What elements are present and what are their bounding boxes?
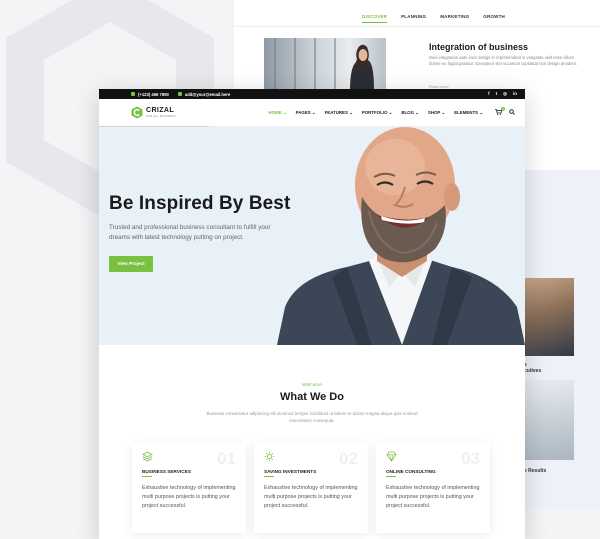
top-info-bar: (+123) 456 7890 add@your@email.here f t … <box>99 89 525 99</box>
card-title: ONLINE CONSULTING <box>386 469 436 474</box>
service-card-saving[interactable]: 02 SAVING INVESTMENTS Exhaustive technol… <box>254 443 368 533</box>
diamond-icon <box>386 451 397 462</box>
service-card-business[interactable]: 01 BUSINESS SERVICES Exhaustive technolo… <box>132 443 246 533</box>
main-navbar: CRIZAL FOR ALL BUSINESS HOME ⌄ PAGES ⌄ F… <box>99 99 525 127</box>
section-welcome: Welcome <box>302 383 322 388</box>
side-photo-team <box>524 278 574 356</box>
card-text: Exhaustive technology of implementing mu… <box>142 485 236 509</box>
hero-text: Trusted and professional business consul… <box>109 224 271 241</box>
back-title: Integration of business <box>429 42 529 52</box>
gear-icon <box>264 451 275 462</box>
logo-hexagon-icon <box>131 106 143 119</box>
instagram-icon[interactable]: ◎ <box>503 91 507 97</box>
logo-text: CRIZAL FOR ALL BUSINESS <box>146 107 176 118</box>
view-project-button[interactable]: View Project <box>109 256 153 272</box>
logo-tagline: FOR ALL BUSINESS <box>146 114 176 118</box>
card-accent-line <box>386 476 396 477</box>
what-we-do-section: Welcome What We Do Business consectetur … <box>99 345 525 539</box>
email-icon <box>177 92 182 96</box>
cart-count-badge: 0 <box>501 106 505 111</box>
card-number: 01 <box>217 449 236 468</box>
side-label-1b: cutives <box>524 368 542 374</box>
search-icon[interactable] <box>509 108 515 117</box>
back-text: Duis integration aute irure design in re… <box>429 55 578 67</box>
site-logo[interactable]: CRIZAL FOR ALL BUSINESS <box>131 106 176 119</box>
card-title: SAVING INVESTMENTS <box>264 469 317 474</box>
woman-figure <box>350 44 374 90</box>
hero-smiling-man-image <box>277 127 525 345</box>
phone-item[interactable]: (+123) 456 7890 <box>131 92 169 97</box>
menu-item-home[interactable]: HOME ⌄ <box>269 110 287 116</box>
menu-item-portfolio[interactable]: PORTFOLIO ⌄ <box>362 110 393 116</box>
menu-item-blog[interactable]: BLOG ⌄ <box>401 110 419 116</box>
phone-number: (+123) 456 7890 <box>138 91 169 97</box>
facebook-icon[interactable]: f <box>488 91 490 97</box>
menu-item-elements[interactable]: ELEMENTS ⌄ <box>454 110 483 116</box>
email-address: add@your@email.here <box>184 91 231 97</box>
menu-item-shop[interactable]: SHOP ⌄ <box>428 110 445 116</box>
email-item[interactable]: add@your@email.here <box>177 91 231 97</box>
card-number: 02 <box>339 449 358 468</box>
social-links: f t ◎ in <box>488 91 517 97</box>
website-preview-window: (+123) 456 7890 add@your@email.here f t … <box>99 89 525 539</box>
section-title: What We Do <box>280 391 344 403</box>
card-accent-line <box>142 476 152 477</box>
back-photo-woman-window <box>264 38 386 90</box>
back-divider <box>234 26 600 27</box>
nav-icons: 0 <box>495 106 515 117</box>
menu-item-pages[interactable]: PAGES ⌄ <box>296 110 316 116</box>
linkedin-icon[interactable]: in <box>513 91 517 97</box>
back-tab-growth[interactable]: GROWTH <box>483 14 505 23</box>
main-menu: HOME ⌄ PAGES ⌄ FEATURES ⌄ PORTFOLIO ⌄ BL… <box>269 110 483 116</box>
layers-icon <box>142 451 153 462</box>
back-tabs: DISCOVER PLANNING MARKETING GROWTH <box>362 14 505 23</box>
phone-icon <box>131 92 135 96</box>
card-text: Exhaustive technology of implementing mu… <box>386 485 480 509</box>
side-photo-laptop <box>524 380 574 460</box>
card-accent-line <box>264 476 274 477</box>
back-tab-planning[interactable]: PLANNING <box>401 14 426 23</box>
service-card-consulting[interactable]: 03 ONLINE CONSULTING Exhaustive technolo… <box>376 443 490 533</box>
logo-name: CRIZAL <box>146 107 175 114</box>
card-title: BUSINESS SERVICES <box>142 469 191 474</box>
side-label-2: e Results <box>524 468 547 474</box>
back-tab-discover[interactable]: DISCOVER <box>362 14 388 23</box>
twitter-icon[interactable]: t <box>496 91 498 97</box>
card-number: 03 <box>461 449 480 468</box>
card-text: Exhaustive technology of implementing mu… <box>264 485 358 509</box>
hero-title: Be Inspired By Best <box>109 193 291 214</box>
hero-banner: Be Inspired By Best Trusted and professi… <box>99 127 525 345</box>
cart-icon[interactable]: 0 <box>495 106 505 117</box>
section-subtitle: Business consectetur adipiscing elit eiu… <box>206 411 418 423</box>
back-tab-marketing[interactable]: MARKETING <box>440 14 469 23</box>
menu-item-features[interactable]: FEATURES ⌄ <box>325 110 353 116</box>
